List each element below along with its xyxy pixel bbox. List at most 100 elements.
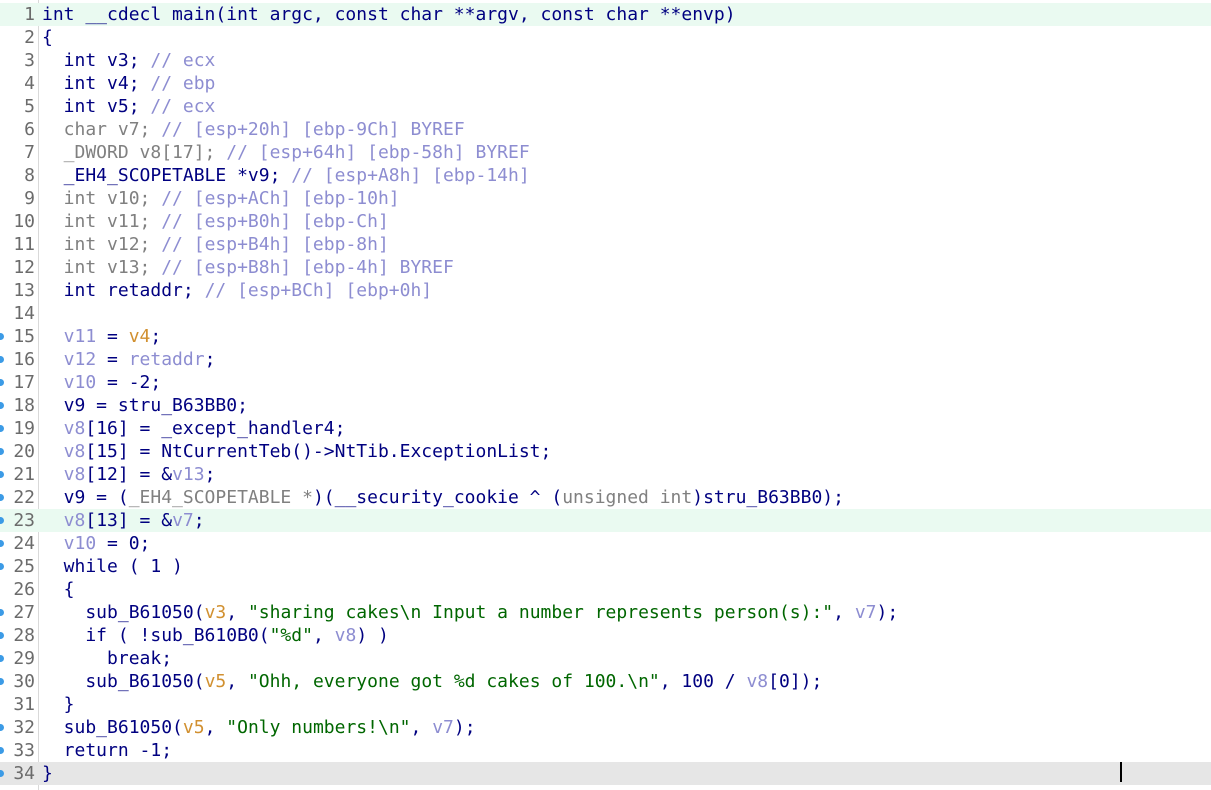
line-number: 17 [13,372,35,393]
code-line[interactable]: 30 sub_B61050(v5, "Ohh, everyone got %d … [0,670,1211,693]
code-token: = 0; [96,533,151,554]
code-token: , [410,717,433,738]
code-line[interactable]: 6 char v7; // [esp+20h] [ebp-9Ch] BYREF [0,118,1211,141]
code-text[interactable]: } [42,762,53,785]
code-text[interactable]: v8[12] = &v13; [42,463,216,486]
code-text[interactable]: sub_B61050(v5, "Ohh, everyone got %d cak… [42,670,822,693]
code-token: _EH4_SCOPETABLE * [128,487,313,508]
code-text[interactable]: int v5; // ecx [42,95,216,118]
code-text[interactable]: char v7; // [esp+20h] [ebp-9Ch] BYREF [42,118,465,141]
code-line[interactable]: 11 int v12; // [esp+B4h] [ebp-8h] [0,233,1211,256]
code-line[interactable]: 27 sub_B61050(v3, "sharing cakes\n Input… [0,601,1211,624]
code-text[interactable]: int v11; // [esp+B0h] [ebp-Ch] [42,210,389,233]
code-line[interactable]: 3 int v3; // ecx [0,49,1211,72]
code-text[interactable]: int v10; // [esp+ACh] [ebp-10h] [42,187,400,210]
code-text[interactable]: v8[15] = NtCurrentTeb()->NtTib.Exception… [42,440,552,463]
code-line[interactable]: 20 v8[15] = NtCurrentTeb()->NtTib.Except… [0,440,1211,463]
code-token: int v10; [42,188,162,209]
code-token: v11 [42,326,97,347]
code-text[interactable]: sub_B61050(v3, "sharing cakes\n Input a … [42,601,898,624]
code-text[interactable]: if ( !sub_B610B0("%d", v8) ) [42,624,388,647]
code-line[interactable]: 2{ [0,26,1211,49]
code-token: ; [193,510,205,531]
code-token: if ( !sub_B610B0( [42,625,270,646]
code-text[interactable]: _EH4_SCOPETABLE *v9; // [esp+A8h] [ebp-1… [42,164,530,187]
code-line[interactable]: 7 _DWORD v8[17]; // [esp+64h] [ebp-58h] … [0,141,1211,164]
line-number: 25 [13,556,35,577]
code-token: [0]); [768,671,823,692]
code-line[interactable]: 1 int __cdecl main(int argc, const char *… [0,3,1211,26]
code-token: // ecx [150,50,216,71]
code-line[interactable]: 9 int v10; // [esp+ACh] [ebp-10h] [0,187,1211,210]
code-token: v7 [432,717,454,738]
code-line[interactable]: 10 int v11; // [esp+B0h] [ebp-Ch] [0,210,1211,233]
code-text[interactable]: break; [42,647,172,670]
code-line[interactable]: 29 break; [0,647,1211,670]
code-text[interactable]: int v12; // [esp+B4h] [ebp-8h] [42,233,389,256]
code-line[interactable]: 4 int v4; // ebp [0,72,1211,95]
code-line[interactable]: 23 v8[13] = &v7; [0,509,1211,532]
code-text[interactable]: v12 = retaddr; [42,348,216,371]
code-line[interactable]: 28 if ( !sub_B610B0("%d", v8) ) [0,624,1211,647]
code-text[interactable]: v9 = (_EH4_SCOPETABLE *)(__security_cook… [42,486,844,509]
code-token: int v12; [42,234,162,255]
code-text[interactable]: return -1; [42,739,172,762]
line-number: 7 [24,142,35,163]
code-text[interactable]: { [42,578,75,601]
code-token: return -1; [42,740,173,761]
code-line[interactable]: 18 v9 = stru_B63BB0; [0,394,1211,417]
code-token: sub_B61050( [42,602,205,623]
code-token: int __cdecl main(int argc, const char **… [42,4,736,25]
code-text[interactable]: _DWORD v8[17]; // [esp+64h] [ebp-58h] BY… [42,141,530,164]
code-token: int v4; [42,73,151,94]
code-line[interactable]: 34} [0,762,1211,785]
code-token: // [esp+ACh] [ebp-10h] [161,188,400,209]
code-token: } [42,763,53,784]
line-number: 3 [24,50,35,71]
code-line[interactable]: 26 { [0,578,1211,601]
code-line[interactable]: 32 sub_B61050(v5, "Only numbers!\n", v7)… [0,716,1211,739]
code-text[interactable]: v9 = stru_B63BB0; [42,394,248,417]
code-line[interactable]: 12 int v13; // [esp+B8h] [ebp-4h] BYREF [0,256,1211,279]
code-token: // [esp+B8h] [ebp-4h] BYREF [161,257,454,278]
code-line[interactable]: 15 v11 = v4; [0,325,1211,348]
line-number: 11 [13,234,35,255]
code-token: "Only numbers!\n" [226,717,411,738]
code-line[interactable]: 14 [0,302,1211,325]
code-token: retaddr [128,349,205,370]
code-line[interactable]: 31 } [0,693,1211,716]
code-line[interactable]: 16 v12 = retaddr; [0,348,1211,371]
code-token: ; [204,464,216,485]
code-text[interactable]: v8[16] = _except_handler4; [42,417,346,440]
code-text[interactable]: int v13; // [esp+B8h] [ebp-4h] BYREF [42,256,454,279]
code-line[interactable]: 33 return -1; [0,739,1211,762]
code-line[interactable]: 21 v8[12] = &v13; [0,463,1211,486]
code-line[interactable]: 8 _EH4_SCOPETABLE *v9; // [esp+A8h] [ebp… [0,164,1211,187]
code-text[interactable]: int __cdecl main(int argc, const char **… [42,3,736,26]
code-line[interactable]: 5 int v5; // ecx [0,95,1211,118]
code-text[interactable]: } [42,693,75,716]
code-line[interactable]: 25 while ( 1 ) [0,555,1211,578]
code-token: // ebp [150,73,216,94]
code-token: char v7; [42,119,162,140]
code-text[interactable]: { [42,26,53,49]
code-token: = [96,349,129,370]
code-text[interactable]: int v3; // ecx [42,49,216,72]
code-text[interactable]: sub_B61050(v5, "Only numbers!\n", v7); [42,716,476,739]
code-text[interactable]: v10 = -2; [42,371,162,394]
code-line[interactable]: 19 v8[16] = _except_handler4; [0,417,1211,440]
code-line[interactable]: 24 v10 = 0; [0,532,1211,555]
code-line[interactable]: 17 v10 = -2; [0,371,1211,394]
pseudocode-editor[interactable]: 1 int __cdecl main(int argc, const char *… [0,0,1211,790]
code-text[interactable]: v8[13] = &v7; [42,509,205,532]
code-text[interactable]: v10 = 0; [42,532,151,555]
line-number: 4 [24,73,35,94]
code-text[interactable]: int v4; // ebp [42,72,216,95]
code-text[interactable]: while ( 1 ) [42,555,183,578]
code-line[interactable]: 22 v9 = (_EH4_SCOPETABLE *)(__security_c… [0,486,1211,509]
code-token: v8 [42,418,86,439]
code-token: v4 [128,326,151,347]
code-text[interactable]: v11 = v4; [42,325,162,348]
code-line[interactable]: 13 int retaddr; // [esp+BCh] [ebp+0h] [0,279,1211,302]
code-text[interactable]: int retaddr; // [esp+BCh] [ebp+0h] [42,279,432,302]
